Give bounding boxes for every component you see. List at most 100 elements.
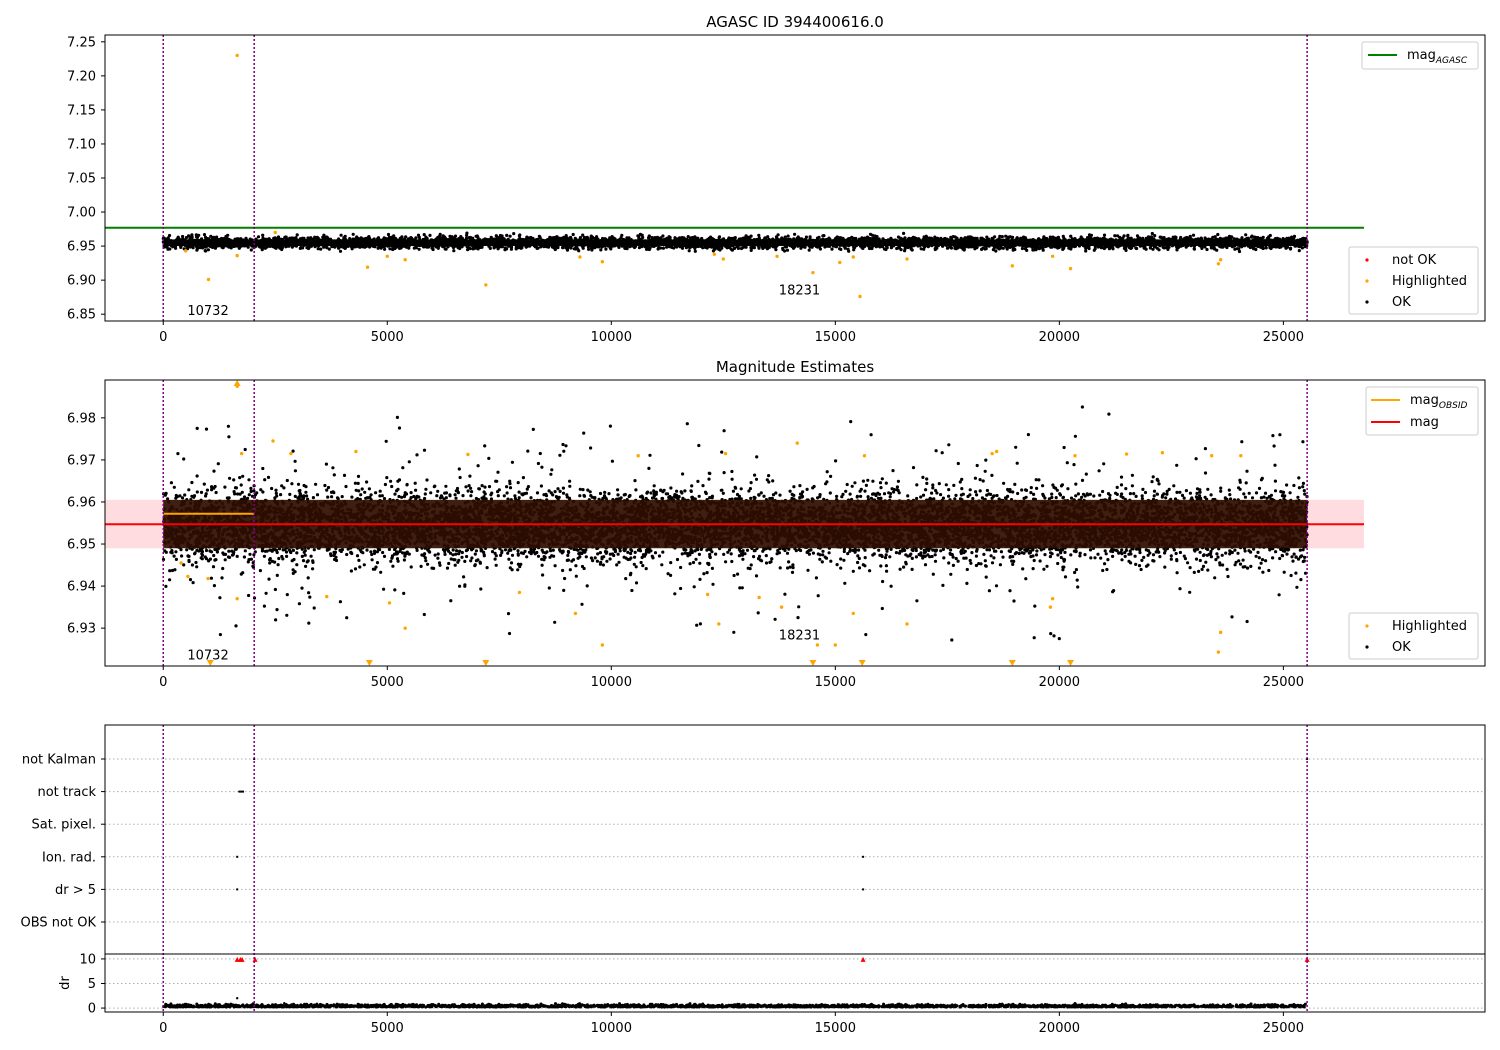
highlighted-point — [387, 601, 392, 605]
flag-point — [238, 790, 241, 793]
panel-1-axes: 0 5000 10000 15000 20000 25000 6.85 6.90 6.95 7.0… — [67, 35, 1304, 345]
legend-marker-highlighted — [1365, 624, 1369, 628]
highlighted-point — [795, 441, 799, 445]
highlighted-point — [206, 277, 211, 282]
panel-1-legend-top: magAGASC — [1361, 41, 1479, 70]
highlighted-point — [1068, 266, 1073, 271]
highlighted-point — [1124, 452, 1129, 456]
highlighted-point — [1010, 264, 1015, 268]
dr-tick-label: 5 — [88, 977, 96, 992]
x-tick-label: 5000 — [371, 330, 404, 345]
y-tick-label: 6.94 — [67, 580, 96, 595]
highlighted-point — [851, 611, 855, 616]
y-tick-label: 6.96 — [67, 495, 96, 510]
highlighted-point — [1239, 454, 1243, 458]
highlighted-point — [636, 454, 640, 458]
highlighted-point — [905, 257, 909, 261]
flag-point — [242, 790, 244, 793]
highlighted-point — [385, 254, 389, 259]
panel-2-legend-bottom: Highlighted OK — [1348, 612, 1479, 660]
highlighted-point — [833, 643, 838, 647]
y-tick-label: 6.95 — [67, 538, 96, 553]
x-tick-label: 5000 — [371, 675, 404, 690]
panel-1-title: AGASC ID 394400616.0 — [706, 13, 884, 31]
x-tick-label: 20000 — [1039, 675, 1080, 690]
highlighted-point-below-range — [482, 660, 490, 666]
panel-3-frame — [104, 724, 1486, 1013]
flag-row-label: not Kalman — [22, 753, 96, 768]
highlighted-point — [1050, 254, 1055, 259]
flag-row-label: Ion. rad. — [42, 850, 96, 865]
highlighted-point — [905, 622, 909, 626]
highlighted-point — [186, 574, 190, 579]
legend-label-highlighted: Highlighted — [1392, 619, 1467, 634]
highlighted-point — [183, 249, 188, 253]
highlighted-point — [721, 257, 726, 261]
x-tick-label: 20000 — [1039, 330, 1080, 345]
highlighted-point-below-range — [1008, 660, 1016, 666]
highlighted-point — [578, 255, 582, 259]
highlighted-point — [354, 449, 358, 454]
highlighted-point — [235, 597, 239, 601]
legend-label-not-ok: not OK — [1392, 253, 1437, 268]
highlighted-point-above-range — [233, 380, 241, 386]
highlighted-point — [994, 449, 999, 454]
flag-point — [862, 855, 865, 858]
flag-row-label: not track — [37, 785, 96, 800]
dr-point — [235, 997, 239, 1000]
x-tick-label: 25000 — [1263, 1021, 1304, 1036]
highlighted-point — [403, 258, 407, 262]
highlighted-point — [712, 252, 717, 256]
y-tick-label: 6.90 — [67, 274, 96, 289]
panel-1-plot-area: 10732 18231 — [105, 35, 1365, 321]
flag-point — [236, 888, 239, 891]
x-tick-label: 20000 — [1039, 1021, 1080, 1036]
y-tick-label: 6.85 — [67, 308, 96, 323]
y-tick-label: 6.98 — [67, 411, 96, 426]
highlighted-point — [838, 260, 842, 265]
highlighted-point — [705, 592, 710, 597]
dr-tick-label: 10 — [79, 952, 96, 967]
legend-marker-ok — [1365, 300, 1369, 304]
highlighted-point — [573, 611, 578, 616]
figure: AGASC ID 394400616.0 1073218231 0 5000 100… — [21, 13, 1486, 1036]
obsid-label: 18231 — [779, 283, 820, 298]
highlighted-point — [717, 622, 721, 626]
highlighted-point — [600, 643, 605, 647]
highlighted-point — [1073, 454, 1077, 458]
x-tick-label: 0 — [159, 675, 167, 690]
panel-1-frame — [104, 34, 1486, 322]
y-tick-label: 6.95 — [67, 240, 96, 255]
obsid-label: 10732 — [187, 648, 228, 663]
highlighted-point — [179, 561, 183, 565]
dr-ok-points — [162, 1002, 1307, 1009]
flag-row-label: dr > 5 — [55, 883, 96, 898]
ok-points — [161, 231, 1309, 254]
highlighted-point — [858, 294, 862, 299]
highlighted-point — [235, 253, 239, 258]
y-tick-label: 7.05 — [67, 172, 96, 187]
highlighted-point — [484, 283, 488, 287]
panel-2-legend-top: magOBSID mag — [1365, 386, 1479, 436]
obsid-label: 10732 — [187, 304, 228, 319]
x-tick-label: 15000 — [815, 1021, 856, 1036]
highlighted-point — [775, 254, 779, 259]
x-tick-label: 15000 — [815, 675, 856, 690]
highlighted-point — [1160, 451, 1165, 455]
highlighted-point — [1216, 262, 1221, 266]
highlighted-point — [403, 626, 407, 630]
highlighted-point — [990, 451, 994, 456]
panel-2-title: Magnitude Estimates — [716, 358, 874, 376]
highlighted-point-below-range — [858, 660, 866, 666]
flag-row-label: OBS not OK — [21, 916, 97, 931]
y-tick-label: 6.93 — [67, 622, 96, 637]
highlighted-point — [466, 452, 470, 457]
highlighted-point — [1218, 630, 1223, 635]
highlighted-point-below-range — [1067, 660, 1075, 666]
flag-point — [240, 790, 243, 793]
panel-agasc: AGASC ID 394400616.0 10732 18231 0 5000 100… — [67, 13, 1486, 345]
highlighted-point — [600, 260, 605, 264]
dr-axis-label: dr — [58, 976, 73, 990]
highlighted-point — [325, 594, 329, 599]
y-tick-label: 7.00 — [67, 206, 96, 221]
